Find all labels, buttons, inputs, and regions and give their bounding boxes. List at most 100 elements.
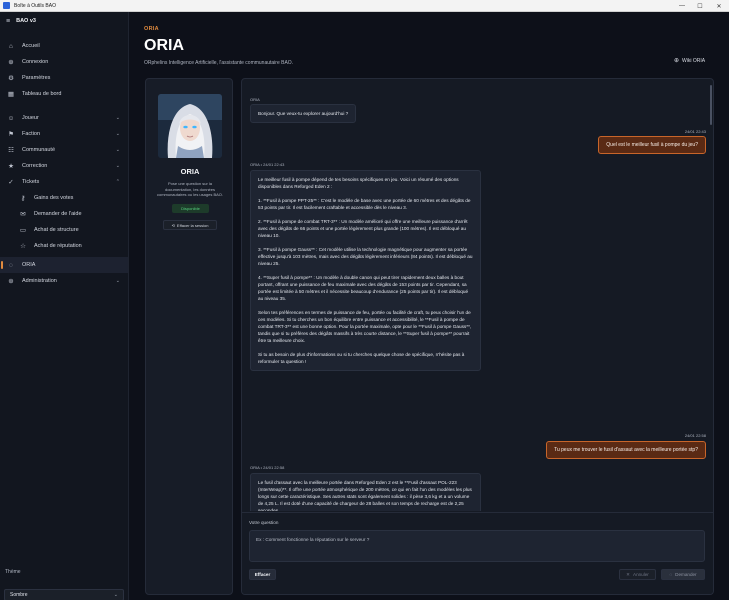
theme-select[interactable]: Sombre ⌄ bbox=[4, 589, 124, 600]
sidebar-item-administration[interactable]: ⊛ Administration ⌄ bbox=[0, 273, 128, 289]
user-icon: ☺ bbox=[7, 114, 15, 122]
scrollbar[interactable] bbox=[710, 85, 712, 125]
hamburger-icon[interactable]: ≡ bbox=[6, 18, 10, 25]
send-icon: ◌ bbox=[669, 572, 673, 577]
structure-icon: ▭ bbox=[19, 227, 27, 235]
faction-icon: ⚑ bbox=[8, 131, 14, 139]
sidebar-item-label: Demander de l'aide bbox=[34, 211, 82, 218]
wiki-link-label: Wiki ORIA bbox=[682, 57, 706, 64]
message-paragraph: 2. **Fusil à pompe de combat TRT-3** : U… bbox=[258, 219, 469, 238]
gear-icon: ⚙ bbox=[8, 75, 14, 83]
cancel-button[interactable]: ✕ Annuler bbox=[619, 569, 656, 580]
minimize-icon[interactable]: — bbox=[673, 0, 691, 12]
theme-label: Thème bbox=[5, 569, 21, 575]
main-content: ORIA ORIA ORphelins Intelligence Artific… bbox=[130, 12, 729, 600]
sidebar-item-label: Gains des votes bbox=[34, 195, 74, 202]
sidebar-item-gains-des-votes[interactable]: ⚷ Gains des votes bbox=[0, 190, 128, 206]
chat-icon: ◌ bbox=[9, 261, 13, 269]
question-label: Votre question bbox=[249, 520, 279, 525]
chat-panel: ORIA Bonjour. Que veux-tu explorer aujour… bbox=[241, 78, 714, 595]
sidebar-item-joueur[interactable]: ☺ Joueur ⌄ bbox=[0, 110, 128, 126]
sidebar-item-param-tres[interactable]: ⚙ Paramètres bbox=[0, 70, 128, 86]
page-subtitle: ORphelins Intelligence Artificielle, l'a… bbox=[144, 60, 294, 66]
admin-icon: ⊛ bbox=[8, 278, 14, 286]
brand-label: BAO v3 bbox=[16, 18, 36, 24]
assistant-profile-card: ORIA Pose une question sur la documentat… bbox=[145, 78, 233, 595]
message-paragraph: Bonjour. Que veux-tu explorer aujourd'hu… bbox=[258, 111, 349, 116]
sidebar-item-faction[interactable]: ⚑ Faction ⌄ bbox=[0, 126, 128, 142]
composer: Votre question Effacer ✕ Annuler ◌ Deman… bbox=[242, 512, 713, 594]
chevron-down-icon: ⌄ bbox=[115, 163, 120, 170]
ticket-icon: ✓ bbox=[8, 179, 14, 187]
sidebar-item-label: Achat de réputation bbox=[34, 243, 82, 250]
sidebar-item-accueil[interactable]: ⌂ Accueil bbox=[0, 38, 128, 54]
message-paragraph: 1. **Fusil à pompe PPT-25** : C'est le m… bbox=[258, 198, 472, 210]
cancel-icon: ✕ bbox=[626, 571, 630, 577]
sidebar-item-label: Connexion bbox=[22, 59, 49, 66]
sidebar-item-communaut[interactable]: ☷ Communauté ⌄ bbox=[0, 142, 128, 158]
message-meta: ORIA • 24/01 22:43 bbox=[250, 162, 285, 167]
assistant-message: Le fusil d'assaut avec la meilleure port… bbox=[250, 473, 481, 511]
key-icon: ⚷ bbox=[20, 195, 26, 203]
reset-session-button[interactable]: ⟲ Effacer la session bbox=[163, 220, 217, 230]
sidebar-item-label: Administration bbox=[22, 278, 57, 285]
sidebar-item-label: Faction bbox=[22, 131, 41, 138]
message-paragraph: Selon tes préférences en termes de puiss… bbox=[258, 310, 473, 343]
message-meta: ORIA • 24/01 22:58 bbox=[250, 465, 285, 470]
app-icon bbox=[3, 2, 10, 9]
dashboard-icon: ▦ bbox=[7, 91, 15, 99]
globe-icon: ⊕ bbox=[674, 58, 680, 64]
sidebar-item-oria[interactable]: ◌ ORIA bbox=[0, 257, 128, 274]
chevron-up-icon: ⌃ bbox=[115, 179, 120, 186]
sidebar-item-achat-de-structure[interactable]: ▭ Achat de structure bbox=[0, 222, 128, 238]
assistant-message: Bonjour. Que veux-tu explorer aujourd'hu… bbox=[250, 104, 357, 123]
page-eyebrow: ORIA bbox=[144, 26, 159, 32]
sidebar-item-label: Communauté bbox=[22, 147, 56, 154]
sidebar-item-label: Achat de structure bbox=[34, 227, 79, 234]
window-title-bar: Boîte à Outils BAO — ☐ ✕ bbox=[0, 0, 729, 12]
sidebar-item-connexion[interactable]: ⊕ Connexion bbox=[0, 54, 128, 70]
login-icon: ⊕ bbox=[8, 59, 14, 67]
assistant-name: ORIA bbox=[180, 167, 200, 176]
assistant-description: Pose une question sur la documentation, … bbox=[156, 181, 224, 197]
star-icon: ★ bbox=[8, 163, 14, 171]
sidebar-item-label: Accueil bbox=[22, 43, 40, 50]
clear-button[interactable]: Effacer bbox=[249, 569, 276, 580]
sidebar: ≡ BAO v3 ⌂ Accueil ⊕ Connexion ⚙ Paramètres ▦ T… bbox=[0, 12, 129, 600]
sidebar-item-achat-de-r-putation[interactable]: ☆ Achat de réputation bbox=[0, 238, 128, 254]
message-meta: 24/01 22:58 bbox=[684, 433, 706, 438]
message-list[interactable]: ORIA Bonjour. Que veux-tu explorer aujour… bbox=[242, 79, 713, 511]
reset-icon: ⟲ bbox=[171, 222, 175, 228]
send-button[interactable]: ◌ Demander bbox=[661, 569, 705, 580]
reputation-icon: ☆ bbox=[20, 243, 26, 251]
sidebar-item-tickets[interactable]: ✓ Tickets ⌃ bbox=[0, 174, 128, 190]
maximize-icon[interactable]: ☐ bbox=[691, 0, 709, 12]
question-input[interactable] bbox=[249, 530, 705, 562]
window-title: Boîte à Outils BAO bbox=[14, 2, 56, 9]
cancel-label: Annuler bbox=[633, 572, 649, 577]
close-icon[interactable]: ✕ bbox=[710, 0, 728, 12]
sidebar-item-label: Correction bbox=[22, 163, 48, 170]
sidebar-item-label: Tickets bbox=[22, 179, 40, 186]
user-message: Tu peux me trouver le fusil d'assaut ave… bbox=[546, 441, 706, 459]
status-badge: Disponible bbox=[172, 204, 209, 213]
assistant-avatar bbox=[158, 94, 222, 158]
help-icon: ✉ bbox=[20, 211, 26, 219]
sidebar-brand[interactable]: ≡ BAO v3 bbox=[0, 12, 128, 30]
message-paragraph: Le fusil d'assaut avec la meilleure port… bbox=[258, 480, 474, 511]
wiki-link[interactable]: ⊕ Wiki ORIA bbox=[674, 57, 706, 65]
sidebar-item-label: Joueur bbox=[22, 115, 39, 122]
sidebar-item-demander-de-l-aide[interactable]: ✉ Demander de l'aide bbox=[0, 206, 128, 222]
chevron-down-icon: ⌄ bbox=[115, 115, 120, 122]
sidebar-item-tableau-de-bord[interactable]: ▦ Tableau de bord bbox=[0, 86, 128, 102]
community-icon: ☷ bbox=[8, 147, 14, 155]
sidebar-item-label: Tableau de bord bbox=[22, 91, 62, 98]
send-label: Demander bbox=[675, 572, 697, 577]
user-message: Quel est le meilleur fusil à pompe du je… bbox=[598, 136, 706, 154]
page-title: ORIA bbox=[144, 37, 184, 54]
reset-session-label: Effacer la session bbox=[176, 222, 209, 228]
message-paragraph: Le meilleur fusil à pompe dépend de tes … bbox=[258, 177, 460, 189]
assistant-message: Le meilleur fusil à pompe dépend de tes … bbox=[250, 170, 481, 371]
chevron-down-icon: ⌄ bbox=[115, 131, 120, 138]
sidebar-item-correction[interactable]: ★ Correction ⌄ bbox=[0, 158, 128, 174]
